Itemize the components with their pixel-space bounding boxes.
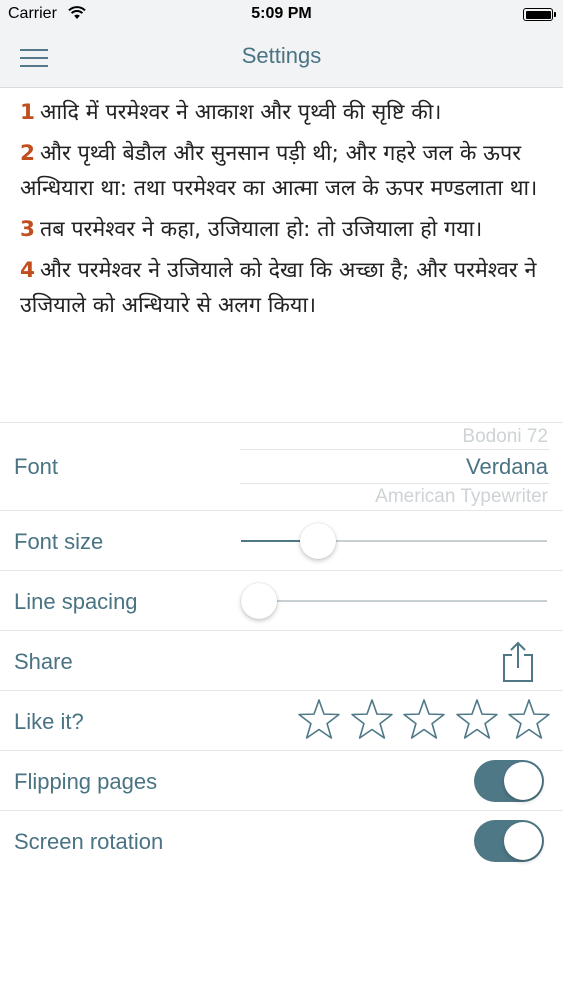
settings-panel: Font Bodoni 72 Verdana American Typewrit…	[0, 422, 563, 1000]
font-row: Font Bodoni 72 Verdana American Typewrit…	[0, 423, 563, 511]
font-option-bodoni[interactable]: Bodoni 72	[462, 426, 548, 448]
verse-preview: 1 आदि में परमेश्वर ने आकाश और पृथ्वी की स…	[0, 88, 563, 422]
line-spacing-row: Line spacing	[0, 571, 563, 631]
battery-icon	[523, 8, 553, 21]
screen-rotation-row: Screen rotation	[0, 811, 563, 871]
navigation-bar: Settings	[0, 28, 563, 88]
clock-time: 5:09 PM	[251, 5, 312, 22]
font-option-selected[interactable]: Verdana	[466, 454, 548, 480]
battery-tip	[554, 12, 556, 17]
share-icon[interactable]	[500, 641, 536, 683]
font-size-slider[interactable]	[241, 521, 547, 561]
star-icon[interactable]	[349, 697, 395, 743]
flipping-pages-row: Flipping pages	[0, 751, 563, 811]
verse-number: 3	[20, 217, 35, 242]
verse-2: 2 और पृथ्वी बेडौल और सुनसान पड़ी थी; और ग…	[20, 136, 549, 206]
page-title: Settings	[241, 43, 322, 68]
rating-stars[interactable]	[296, 697, 559, 743]
line-spacing-slider[interactable]	[241, 581, 547, 621]
share-label: Share	[14, 649, 73, 674]
flipping-pages-toggle[interactable]	[474, 760, 544, 802]
like-row: Like it?	[0, 691, 563, 751]
verse-number: 1	[20, 100, 35, 125]
flipping-pages-label: Flipping pages	[14, 769, 158, 794]
verse-number: 4	[20, 258, 35, 283]
font-size-row: Font size	[0, 511, 563, 571]
verse-text: तब परमेश्वर ने कहा, उजियाला हो: तो उजिया…	[39, 217, 483, 242]
verse-1: 1 आदि में परमेश्वर ने आकाश और पृथ्वी की स…	[20, 95, 549, 130]
verse-4: 4 और परमेश्वर ने उजियाले को देखा कि अच्छा…	[20, 253, 549, 323]
screen-rotation-label: Screen rotation	[14, 829, 164, 854]
line-spacing-label: Line spacing	[14, 589, 138, 614]
font-size-label: Font size	[14, 529, 104, 554]
font-option-american-typewriter[interactable]: American Typewriter	[375, 486, 548, 508]
star-icon[interactable]	[401, 697, 447, 743]
screen-rotation-toggle[interactable]	[474, 820, 544, 862]
star-icon[interactable]	[454, 697, 500, 743]
verse-3: 3 तब परमेश्वर ने कहा, उजियाला हो: तो उजिय…	[20, 212, 549, 247]
slider-thumb[interactable]	[299, 523, 336, 559]
font-picker[interactable]: Bodoni 72 Verdana American Typewriter	[240, 423, 550, 511]
status-bar: Carrier 5:09 PM	[0, 0, 563, 28]
star-icon[interactable]	[506, 697, 552, 743]
verse-number: 2	[20, 141, 35, 166]
slider-thumb[interactable]	[241, 583, 278, 619]
verse-text: आदि में परमेश्वर ने आकाश और पृथ्वी की सृ…	[39, 100, 442, 125]
verse-text: और परमेश्वर ने उजियाले को देखा कि अच्छा …	[20, 258, 537, 318]
like-label: Like it?	[14, 709, 84, 734]
star-icon[interactable]	[296, 697, 342, 743]
verse-text: और पृथ्वी बेडौल और सुनसान पड़ी थी; और गह…	[20, 141, 538, 201]
font-label: Font	[14, 454, 59, 479]
share-row[interactable]: Share	[0, 631, 563, 691]
